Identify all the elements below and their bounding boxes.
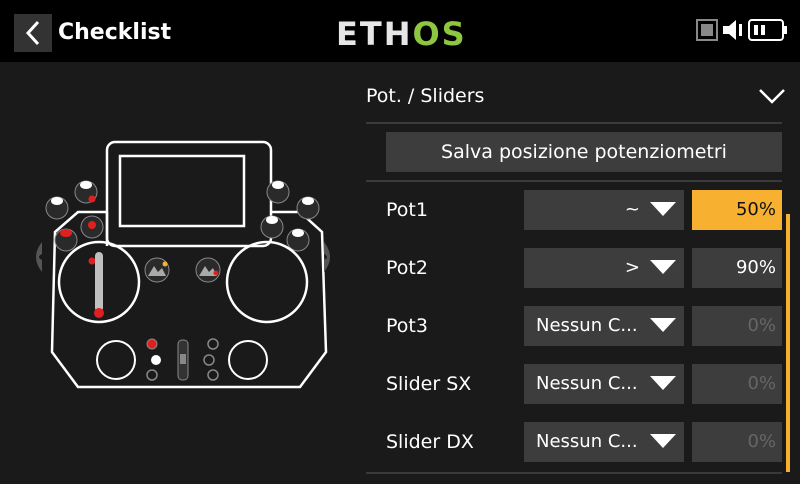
value-field: 0% [692,364,782,404]
condition-dropdown[interactable]: Nessun C... [524,306,684,346]
row-label: Pot1 [386,199,428,221]
value-field: 0% [692,422,782,462]
slider-dx-row: Slider DX Nessun C... 0% [366,414,782,470]
condition-dropdown[interactable]: ~ [524,190,684,230]
pot1-row: Pot1 ~ 50% [366,182,782,238]
speaker-icon [723,20,742,40]
caret-down-icon [650,376,676,390]
row-label: Slider DX [386,431,474,453]
pot3-row: Pot3 Nessun C... 0% [366,298,782,354]
settings-panel: Pot. / Sliders Salva posizione potenziom… [366,62,800,480]
value-field[interactable]: 90% [692,248,782,288]
slider-sx-row: Slider SX Nessun C... 0% [366,356,782,412]
condition-dropdown[interactable]: > [524,248,684,288]
row-label: Pot3 [386,315,428,337]
value-field[interactable]: 50% [692,190,782,230]
transmitter-illustration [36,140,330,389]
save-pot-positions-button[interactable]: Salva posizione potenziometri [386,132,782,172]
top-bar: Checklist ETHOS [0,0,800,62]
battery-icon [748,19,787,41]
condition-dropdown[interactable]: Nessun C... [524,422,684,462]
pot2-row: Pot2 > 90% [366,240,782,296]
radio-diagram [0,62,366,480]
status-icons [696,18,788,42]
caret-down-icon [650,202,676,216]
divider [366,122,782,124]
ethos-logo: ETHOS [336,15,467,53]
row-label: Slider SX [386,373,472,395]
chevron-down-icon[interactable] [758,88,786,104]
caret-down-icon [650,434,676,448]
section-header[interactable]: Pot. / Sliders [366,76,786,116]
scrollbar[interactable] [786,214,790,472]
caret-down-icon [650,318,676,332]
row-label: Pot2 [386,257,428,279]
divider [366,472,782,474]
caret-down-icon [650,260,676,274]
condition-dropdown[interactable]: Nessun C... [524,364,684,404]
page-title: Checklist [58,20,172,45]
record-icon [696,19,718,41]
back-button[interactable] [14,14,52,52]
value-field: 0% [692,306,782,346]
back-arrow-icon [25,20,40,46]
section-title: Pot. / Sliders [366,85,485,107]
